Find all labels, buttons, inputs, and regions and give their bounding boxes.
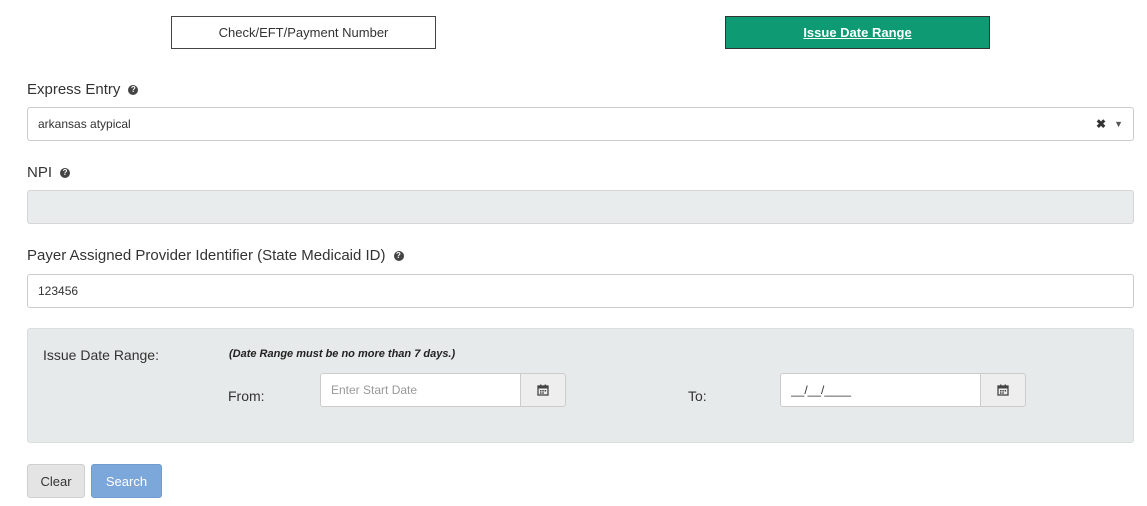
start-date-input[interactable] bbox=[320, 373, 520, 407]
express-entry-label: Express Entry bbox=[27, 81, 121, 98]
clear-button[interactable]: Clear bbox=[27, 464, 85, 498]
express-entry-select[interactable]: arkansas atypical ✖ ▼ bbox=[27, 107, 1134, 141]
issue-date-range-button[interactable]: Issue Date Range bbox=[725, 16, 990, 49]
calendar-icon bbox=[537, 384, 549, 396]
issue-date-range-label: Issue Date Range bbox=[803, 25, 912, 40]
end-date-input[interactable] bbox=[780, 373, 980, 407]
date-range-note: (Date Range must be no more than 7 days.… bbox=[229, 348, 456, 360]
npi-help-icon[interactable]: ? bbox=[60, 167, 71, 178]
check-eft-payment-number-label: Check/EFT/Payment Number bbox=[218, 25, 389, 40]
select-controls: ✖ ▼ bbox=[1096, 117, 1123, 131]
calendar-icon bbox=[997, 384, 1009, 396]
start-date-calendar-button[interactable] bbox=[520, 373, 566, 407]
npi-label: NPI bbox=[27, 164, 53, 181]
clear-selection-icon[interactable]: ✖ bbox=[1096, 117, 1106, 131]
issue-date-range-panel: Issue Date Range: (Date Range must be no… bbox=[27, 328, 1134, 443]
payer-id-label: Payer Assigned Provider Identifier (Stat… bbox=[27, 247, 386, 264]
npi-input[interactable] bbox=[27, 190, 1134, 224]
chevron-down-icon[interactable]: ▼ bbox=[1114, 119, 1123, 129]
end-date-calendar-button[interactable] bbox=[980, 373, 1026, 407]
npi-label-group: NPI ? bbox=[27, 164, 71, 181]
payer-id-help-icon[interactable]: ? bbox=[393, 250, 404, 261]
express-entry-value: arkansas atypical bbox=[38, 117, 131, 131]
to-label: To: bbox=[688, 388, 707, 404]
check-eft-payment-number-button[interactable]: Check/EFT/Payment Number bbox=[171, 16, 436, 49]
from-label: From: bbox=[228, 388, 265, 404]
express-entry-help-icon[interactable]: ? bbox=[128, 84, 139, 95]
issue-date-range-title: Issue Date Range: bbox=[43, 347, 159, 363]
payer-id-label-group: Payer Assigned Provider Identifier (Stat… bbox=[27, 247, 404, 264]
express-entry-label-group: Express Entry ? bbox=[27, 81, 139, 98]
search-button[interactable]: Search bbox=[91, 464, 162, 498]
payer-id-input[interactable] bbox=[27, 274, 1134, 308]
